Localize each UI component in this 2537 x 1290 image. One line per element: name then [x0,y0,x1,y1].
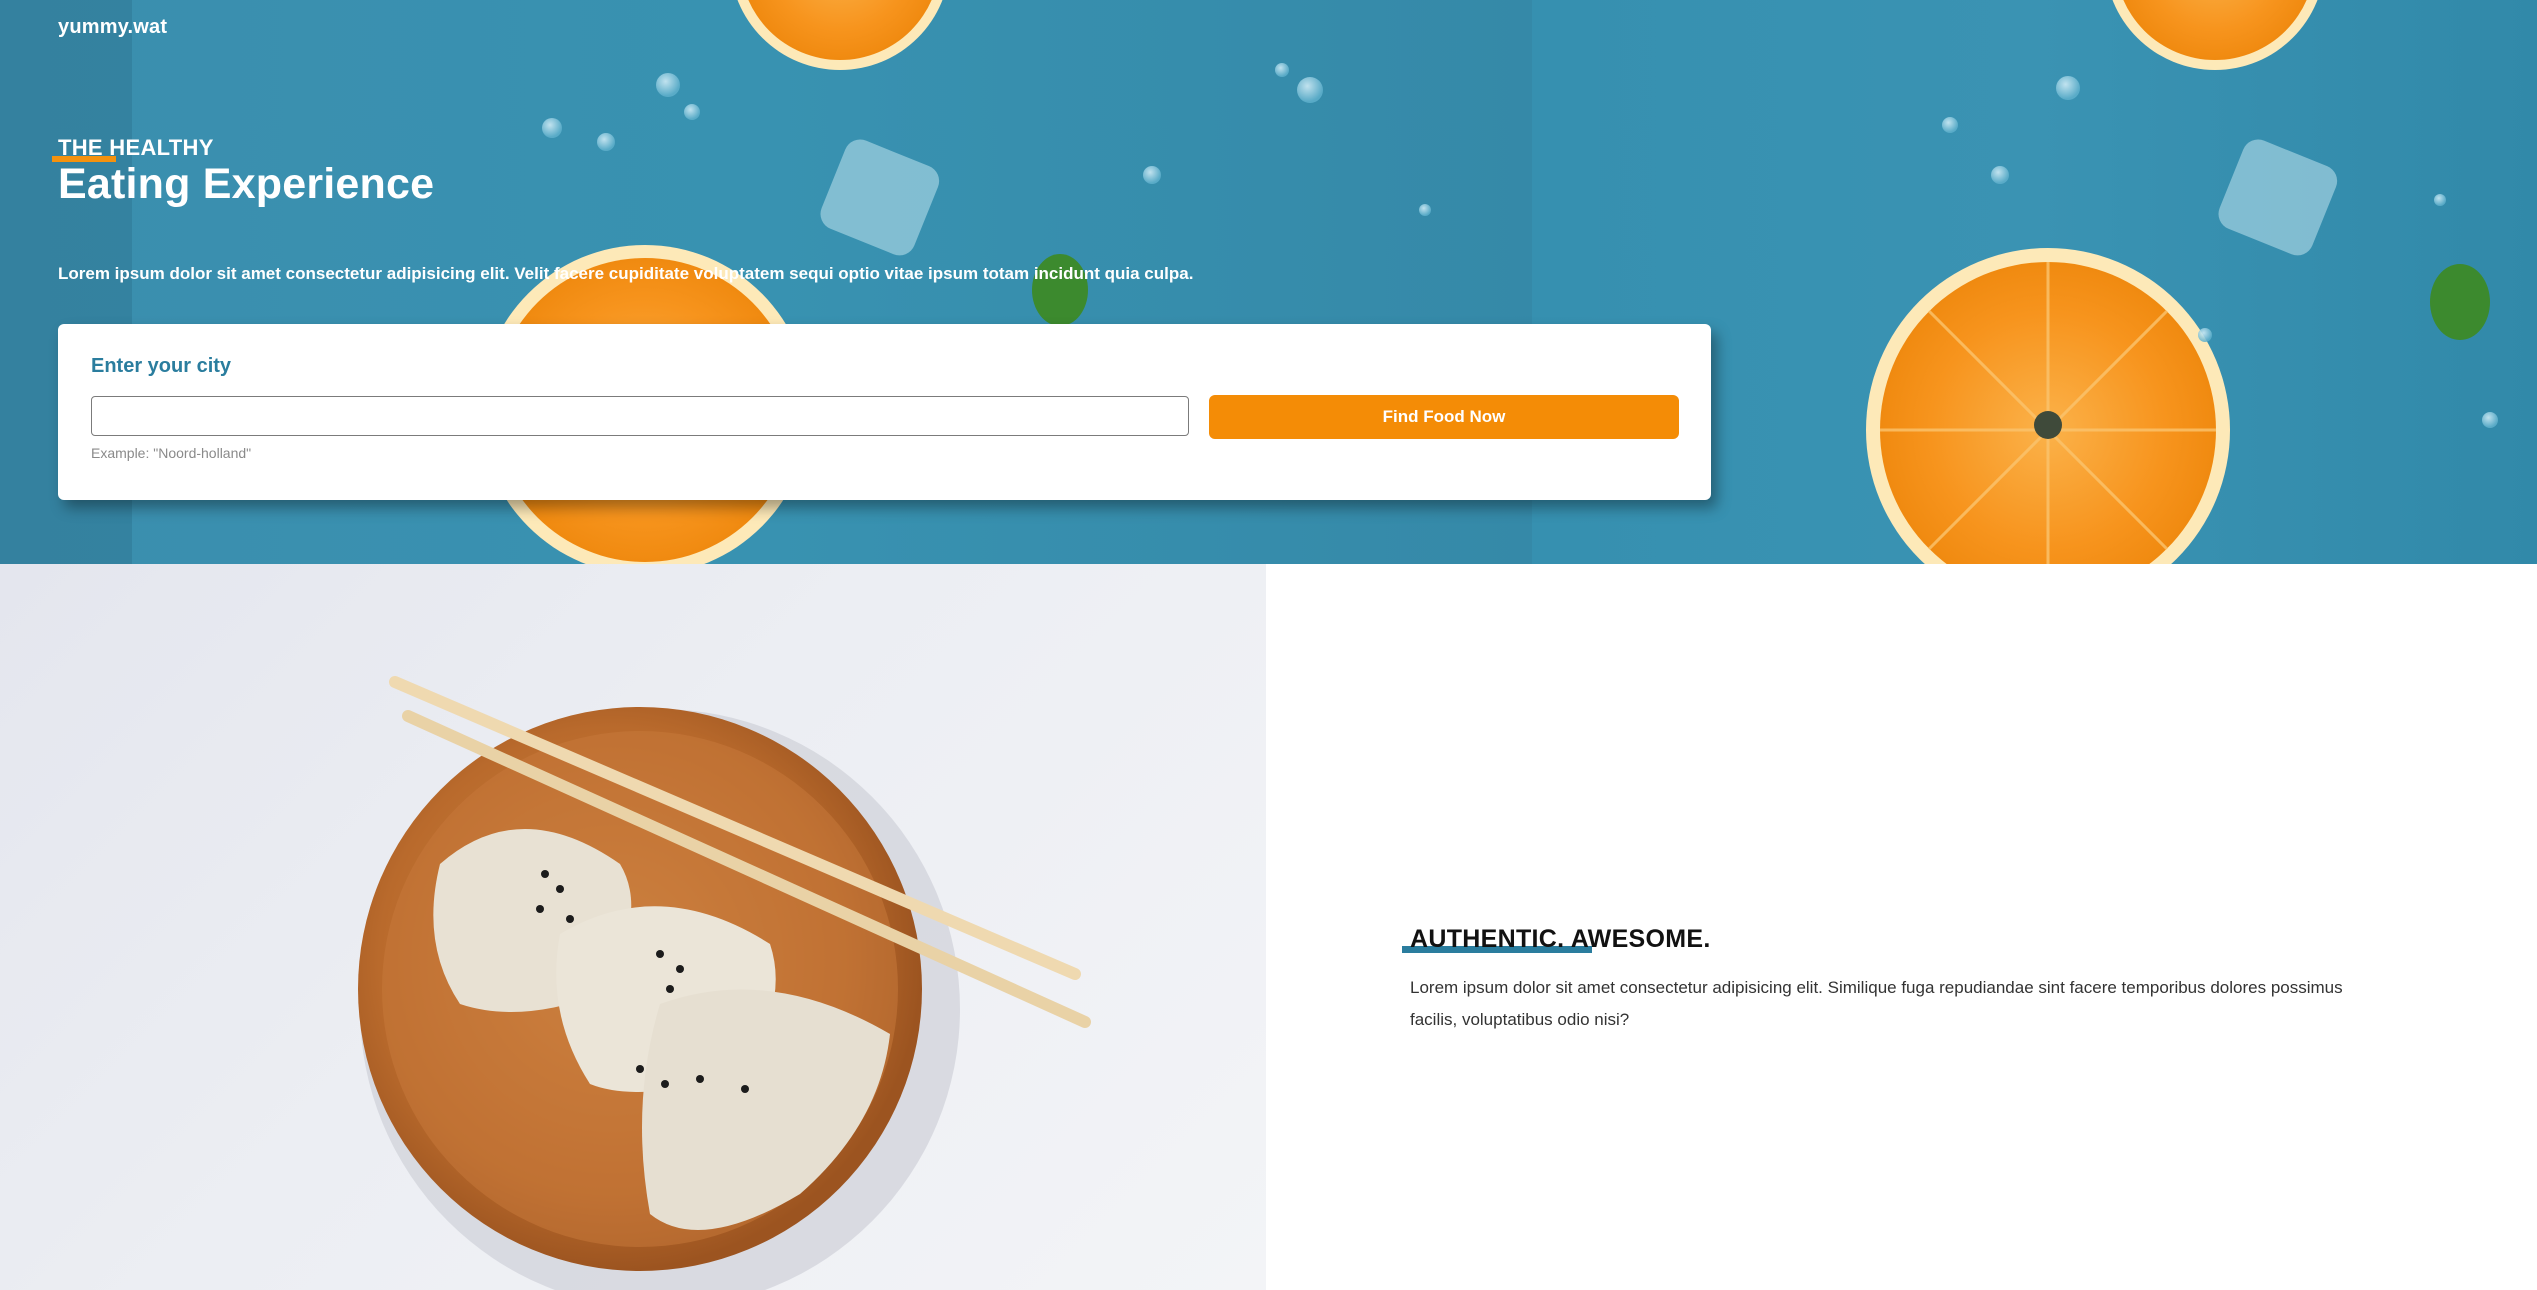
city-search-card: Enter your city Find Food Now Example: "… [58,324,1711,500]
hero-headline: Eating Experience [58,160,435,208]
city-field-label: Enter your city [91,355,232,377]
city-field-hint: Example: "Noord-holland" [91,445,252,461]
dumplings-illustration [358,676,1091,1290]
site-logo[interactable]: yummy.wat [58,16,167,39]
hero-section: yummy.wat THE HEALTHY Eating Experience … [0,0,2537,564]
dumplings-image [0,564,1266,1290]
city-input[interactable] [91,396,1189,436]
find-food-button[interactable]: Find Food Now [1209,395,1679,439]
hero-description: Lorem ipsum dolor sit amet consectetur a… [58,264,1194,283]
feature-title: AUTHENTIC. AWESOME. [1410,925,1711,953]
feature-description: Lorem ipsum dolor sit amet consectetur a… [1410,978,2343,1029]
hero-kicker: THE HEALTHY [58,135,214,160]
